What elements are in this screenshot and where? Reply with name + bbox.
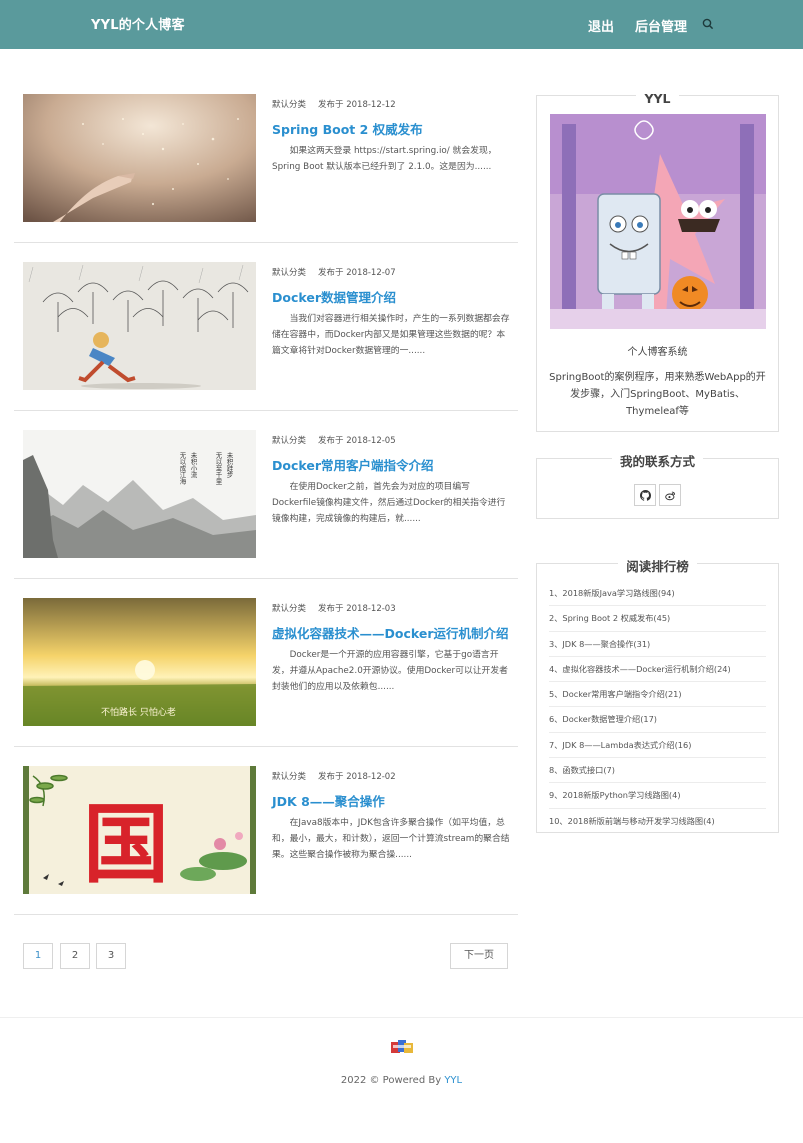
seal-character: 国 xyxy=(83,794,169,894)
profile-card: YYL 个人博客系统 SpringBoot的案例程序，用来熟悉WebApp的开发 xyxy=(536,91,779,432)
footer-divider xyxy=(0,1017,803,1018)
ranking-item[interactable]: 1、2018新版Java学习路线图(94) xyxy=(549,581,766,607)
footer-logo-icon xyxy=(391,1040,413,1053)
post-thumbnail[interactable] xyxy=(23,94,256,222)
post-excerpt: 在Java8版本中，JDK包含许多聚合操作（如平均值，总和，最小，最大，和计数）… xyxy=(272,818,510,860)
umbrella-runner-image xyxy=(23,262,256,390)
profile-description: SpringBoot的案例程序，用来熟悉WebApp的开发步骤，入门Spring… xyxy=(549,372,766,417)
post-thumbnail[interactable]: 不怕路长 只怕心老 xyxy=(23,598,256,726)
post-meta: 默认分类 发布于 2018-12-03 xyxy=(272,602,396,614)
post-thumbnail[interactable]: 未积跬步 无以至千里 未积小流 无以成江海 xyxy=(23,430,256,558)
post-item: 不怕路长 只怕心老 默认分类 发布于 2018-12-03 虚拟化容器技术——Do… xyxy=(14,579,518,747)
poem-column-4: 无以成江海 xyxy=(178,452,186,486)
post-item: 国 默认分类 发布于 2018-12-02 JDK 8——聚合操作 在Java8版… xyxy=(14,747,518,915)
reading-rank-card: 阅读排行榜 1、2018新版Java学习路线图(94) 2、Spring Boo… xyxy=(536,559,779,834)
post-meta: 默认分类 发布于 2018-12-05 xyxy=(272,434,396,446)
ranking-item[interactable]: 8、函数式接口(7) xyxy=(549,758,766,784)
ranking-item[interactable]: 3、JDK 8——聚合操作(31) xyxy=(549,632,766,657)
page-3-button[interactable]: 3 xyxy=(96,943,126,969)
weibo-link[interactable] xyxy=(659,484,681,506)
post-excerpt: 当我们对容器进行相关操作时，产生的一系列数据都会存储在容器中，而Docker内部… xyxy=(272,314,510,356)
github-link[interactable] xyxy=(634,484,656,506)
post-title[interactable]: Spring Boot 2 权威发布 xyxy=(272,119,423,138)
poem-column-2: 无以至千里 xyxy=(214,452,222,485)
post-item: 默认分类 发布于 2018-12-07 Docker数据管理介绍 当我们对容器进行… xyxy=(14,243,518,411)
ranking-item[interactable]: 5、Docker常用客户端指令介绍(21) xyxy=(549,682,766,708)
post-excerpt: Docker是一个开源的应用容器引擎，它基于go语言开发，并遵从Apache2.… xyxy=(272,650,508,692)
post-excerpt: 如果这两天登录 https://start.spring.io/ 就会发现，Sp… xyxy=(272,146,497,172)
ink-mountain-image: 未积跬步 无以至千里 未积小流 无以成江海 xyxy=(23,430,256,558)
rain-hand-image xyxy=(23,94,256,222)
ranking-item[interactable]: 9、2018新版Python学习线路图(4) xyxy=(549,783,766,809)
poem-column-3: 未积小流 xyxy=(189,451,197,480)
ranking-item[interactable]: 2、Spring Boot 2 权威发布(45) xyxy=(549,606,766,632)
seal-lotus-image: 国 xyxy=(23,766,256,894)
post-excerpt: 在使用Docker之前，首先会为对应的项目编写Dockerfile镜像构建文件，… xyxy=(272,482,506,524)
site-brand[interactable]: YYL的个人博客 xyxy=(91,14,185,33)
post-meta: 默认分类 发布于 2018-12-07 xyxy=(272,266,396,278)
footer-author-link[interactable]: YYL xyxy=(444,1075,462,1086)
admin-link[interactable]: 后台管理 xyxy=(635,16,687,35)
ranking-item[interactable]: 7、JDK 8——Lambda表达式介绍(16) xyxy=(549,733,766,759)
github-icon xyxy=(640,490,651,501)
ranking-item[interactable]: 4、虚拟化容器技术——Docker运行机制介绍(24) xyxy=(549,657,766,683)
weibo-icon xyxy=(665,491,676,501)
post-category[interactable]: 默认分类 xyxy=(272,436,306,446)
post-category[interactable]: 默认分类 xyxy=(272,100,306,110)
contact-card: 我的联系方式 xyxy=(536,454,779,519)
next-page-button[interactable]: 下一页 xyxy=(450,943,508,969)
profile-avatar xyxy=(550,114,766,329)
post-thumbnail[interactable] xyxy=(23,262,256,390)
post-thumbnail[interactable]: 国 xyxy=(23,766,256,894)
post-title[interactable]: Docker数据管理介绍 xyxy=(272,287,396,306)
post-category[interactable]: 默认分类 xyxy=(272,772,306,782)
ranking-item[interactable]: 6、Docker数据管理介绍(17) xyxy=(549,707,766,733)
page-1-button[interactable]: 1 xyxy=(23,943,53,969)
post-meta: 默认分类 发布于 2018-12-02 xyxy=(272,770,396,782)
logout-link[interactable]: 退出 xyxy=(588,16,614,35)
post-title[interactable]: 虚拟化容器技术——Docker运行机制介绍 xyxy=(272,623,509,642)
page-2-button[interactable]: 2 xyxy=(60,943,90,969)
post-date: 发布于 2018-12-12 xyxy=(318,100,396,110)
sunset-field-image: 不怕路长 只怕心老 xyxy=(23,598,256,726)
profile-title: YYL xyxy=(636,91,679,106)
footer-text: 2022 © Powered By xyxy=(340,1075,442,1086)
top-navbar: YYL的个人博客 退出 后台管理 xyxy=(0,0,803,49)
post-item: 默认分类 发布于 2018-12-12 Spring Boot 2 权威发布 如果… xyxy=(14,75,518,243)
post-item: 未积跬步 无以至千里 未积小流 无以成江海 默认分类 发布于 2018-12-05… xyxy=(14,411,518,579)
post-category[interactable]: 默认分类 xyxy=(272,604,306,614)
image-caption: 不怕路长 只怕心老 xyxy=(101,706,176,718)
post-date: 发布于 2018-12-02 xyxy=(318,772,396,782)
post-title[interactable]: JDK 8——聚合操作 xyxy=(272,791,385,810)
ranking-title: 阅读排行榜 xyxy=(618,559,697,574)
profile-subtitle: 个人博客系统 xyxy=(627,347,688,358)
ranking-list: 1、2018新版Java学习路线图(94) 2、Spring Boot 2 权威… xyxy=(549,581,766,834)
post-category[interactable]: 默认分类 xyxy=(272,268,306,278)
post-date: 发布于 2018-12-03 xyxy=(318,604,396,614)
ranking-item[interactable]: 10、2018新版前端与移动开发学习线路图(4) xyxy=(549,809,766,834)
search-icon[interactable] xyxy=(702,18,714,30)
post-date: 发布于 2018-12-07 xyxy=(318,268,396,278)
post-date: 发布于 2018-12-05 xyxy=(318,436,396,446)
cartoon-image xyxy=(550,114,766,329)
contact-title: 我的联系方式 xyxy=(611,454,703,469)
poem-column-1: 未积跬步 xyxy=(225,451,233,480)
post-title[interactable]: Docker常用客户端指令介绍 xyxy=(272,455,434,474)
footer-copyright: 2022 © Powered By YYL xyxy=(0,1075,803,1086)
post-meta: 默认分类 发布于 2018-12-12 xyxy=(272,98,396,110)
